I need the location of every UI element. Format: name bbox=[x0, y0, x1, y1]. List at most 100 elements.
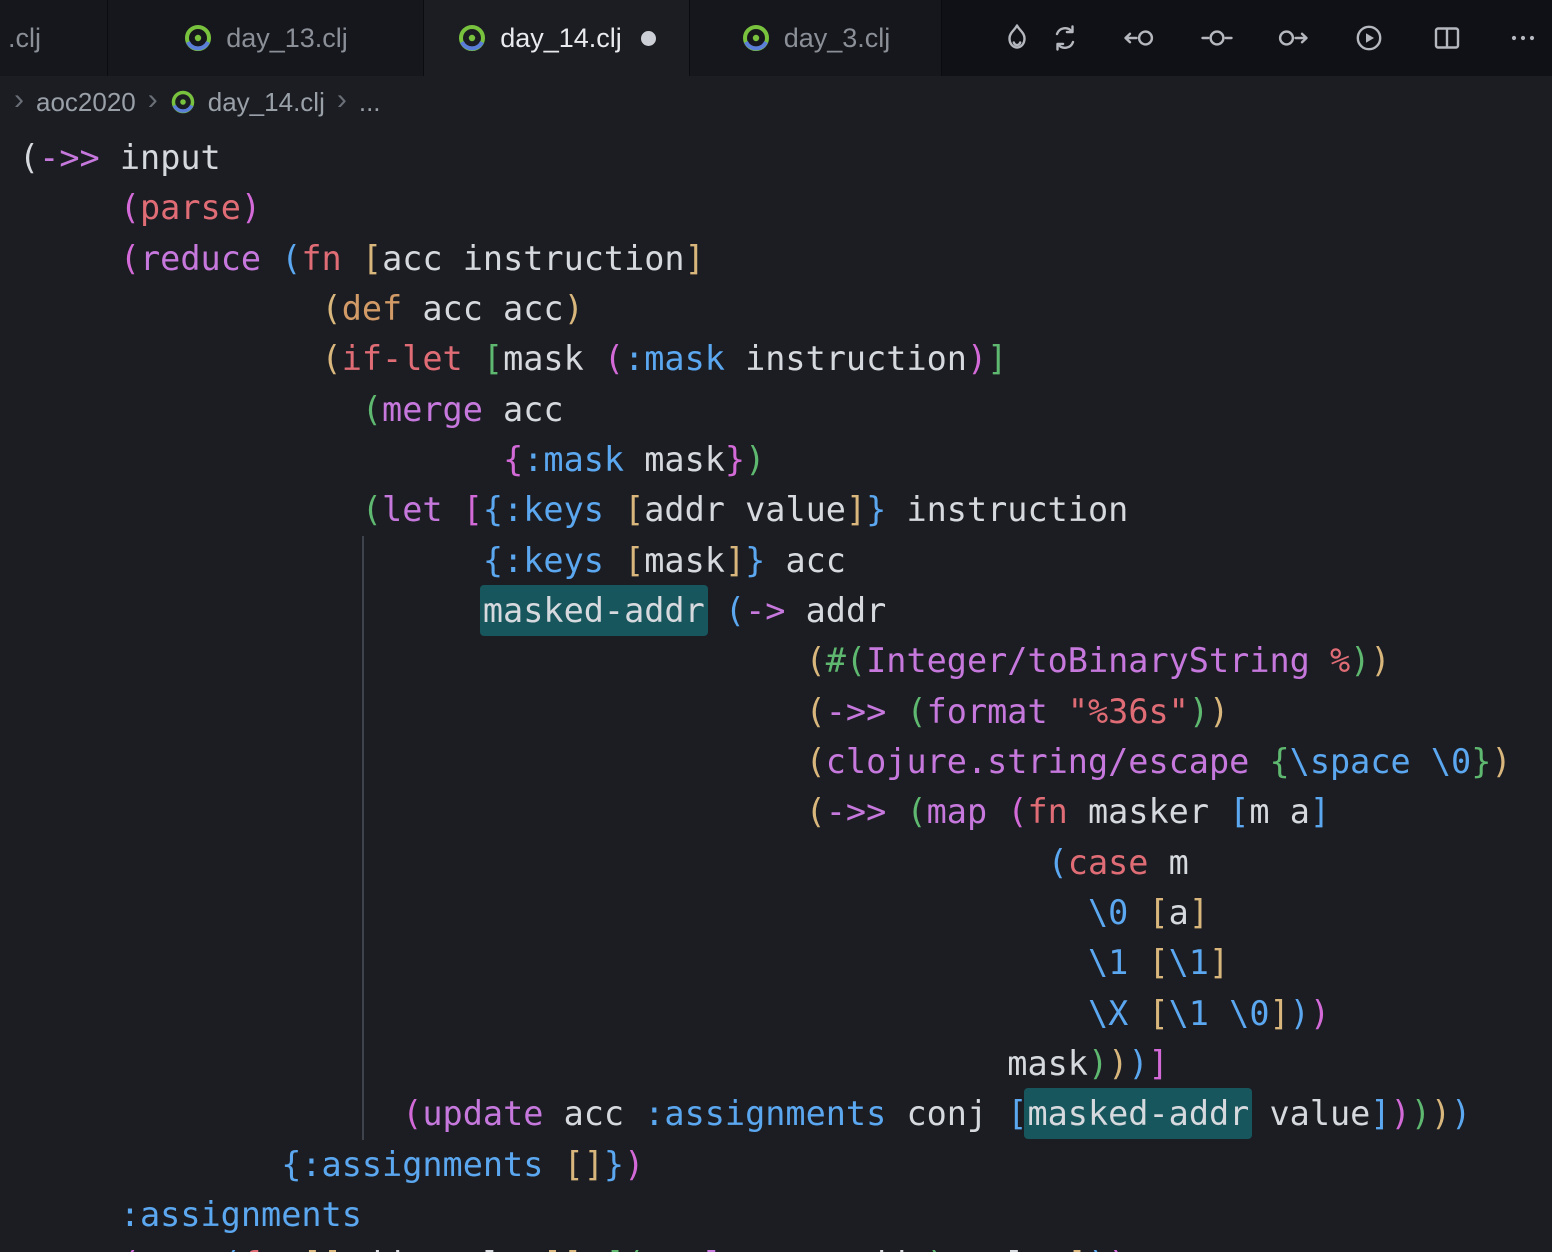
code-token[interactable]: ( bbox=[1007, 792, 1027, 831]
code-line[interactable]: (update acc :assignments conj [masked-ad… bbox=[19, 1089, 1552, 1139]
code-token[interactable]: } bbox=[745, 541, 765, 580]
code-token[interactable]: ( bbox=[1048, 843, 1068, 882]
code-token[interactable] bbox=[19, 692, 806, 731]
code-token[interactable]: format bbox=[927, 692, 1048, 731]
code-token[interactable] bbox=[19, 188, 120, 227]
code-token[interactable]: m bbox=[1148, 843, 1188, 882]
breadcrumb-item-file[interactable]: day_14.clj bbox=[208, 87, 325, 118]
code-line[interactable]: (#(Integer/toBinaryString %)) bbox=[19, 636, 1552, 686]
code-token[interactable]: case bbox=[1068, 843, 1149, 882]
code-token[interactable]: addr value bbox=[342, 1245, 544, 1252]
code-token[interactable] bbox=[19, 1044, 1007, 1083]
split-editor-icon[interactable] bbox=[1430, 21, 1464, 55]
code-token[interactable]: ( bbox=[806, 641, 826, 680]
code-token[interactable]: ( bbox=[322, 289, 342, 328]
code-token[interactable]: def bbox=[342, 289, 403, 328]
code-token[interactable] bbox=[19, 490, 362, 529]
code-token[interactable]: ) bbox=[1290, 994, 1310, 1033]
code-token[interactable]: ) bbox=[745, 440, 765, 479]
code-token[interactable] bbox=[19, 390, 362, 429]
code-token[interactable]: ] bbox=[1068, 1245, 1088, 1252]
code-token[interactable]: :mask bbox=[624, 339, 725, 378]
code-token[interactable]: ( bbox=[806, 792, 826, 831]
tab-day-13[interactable]: day_13.clj bbox=[108, 0, 424, 76]
code-token[interactable]: ( bbox=[120, 239, 140, 278]
code-token[interactable]: \0 bbox=[1229, 994, 1269, 1033]
code-token[interactable] bbox=[1048, 692, 1068, 731]
code-line[interactable]: \0 [a] bbox=[19, 888, 1552, 938]
code-token[interactable]: str addr bbox=[745, 1245, 927, 1252]
code-token[interactable]: Integer/toBinaryString bbox=[866, 641, 1310, 680]
code-token[interactable]: ] bbox=[1148, 1044, 1168, 1083]
code-token[interactable]: mask bbox=[503, 339, 604, 378]
highlighted-symbol[interactable]: masked-addr bbox=[480, 585, 708, 636]
code-token[interactable]: \1 bbox=[1088, 943, 1128, 982]
code-token[interactable]: { bbox=[281, 1145, 301, 1184]
code-token[interactable] bbox=[19, 994, 1088, 1033]
code-token[interactable] bbox=[463, 339, 483, 378]
code-token[interactable]: instruction bbox=[886, 490, 1128, 529]
code-token[interactable]: parse bbox=[140, 188, 241, 227]
breadcrumb-item-symbol[interactable]: ... bbox=[359, 87, 381, 118]
code-token[interactable]: ] bbox=[1270, 994, 1290, 1033]
code-token[interactable]: ) bbox=[1491, 742, 1511, 781]
circle-arrow-right-icon[interactable] bbox=[1276, 21, 1310, 55]
code-token[interactable]: [ bbox=[624, 490, 644, 529]
code-token[interactable]: ) bbox=[241, 188, 261, 227]
code-token[interactable]: { bbox=[503, 440, 523, 479]
code-token[interactable] bbox=[886, 692, 906, 731]
circle-arrow-left-icon[interactable] bbox=[1122, 21, 1156, 55]
code-token[interactable]: ] bbox=[987, 339, 1007, 378]
flame-icon[interactable] bbox=[1000, 21, 1034, 55]
code-line[interactable]: {:mask mask}) bbox=[19, 435, 1552, 485]
code-token[interactable]: acc instruction bbox=[382, 239, 685, 278]
code-token[interactable]: [ bbox=[1148, 893, 1168, 932]
code-token[interactable]: [ bbox=[1229, 792, 1249, 831]
code-token[interactable]: reduce bbox=[140, 239, 261, 278]
code-line[interactable]: (->> input bbox=[19, 133, 1552, 183]
code-token[interactable]: ) bbox=[1088, 1044, 1108, 1083]
code-token[interactable] bbox=[19, 792, 806, 831]
code-token[interactable]: \1 bbox=[1169, 994, 1209, 1033]
code-token[interactable]: acc acc bbox=[402, 289, 563, 328]
code-token[interactable]: \0 bbox=[1088, 893, 1128, 932]
code-token[interactable]: :assignments bbox=[120, 1195, 362, 1234]
code-token[interactable]: acc bbox=[543, 1094, 644, 1133]
code-token[interactable]: ( bbox=[806, 692, 826, 731]
code-token[interactable]: [ bbox=[624, 541, 644, 580]
code-token[interactable]: -> bbox=[745, 591, 785, 630]
code-token[interactable] bbox=[1209, 994, 1229, 1033]
code-token[interactable]: ) bbox=[967, 339, 987, 378]
code-token[interactable]: } bbox=[604, 1145, 624, 1184]
code-token[interactable] bbox=[19, 893, 1088, 932]
code-token[interactable]: \1 bbox=[1169, 943, 1209, 982]
code-token[interactable]: "%36s" bbox=[1068, 692, 1189, 731]
code-line[interactable]: \X [\1 \0])) bbox=[19, 989, 1552, 1039]
code-token[interactable]: [[ bbox=[301, 1245, 341, 1252]
more-actions-icon[interactable] bbox=[1506, 21, 1540, 55]
code-token[interactable]: ) bbox=[1108, 1044, 1128, 1083]
code-token[interactable]: map bbox=[140, 1245, 201, 1252]
code-token[interactable]: ( bbox=[120, 1245, 140, 1252]
code-token[interactable]: } bbox=[725, 440, 745, 479]
code-token[interactable] bbox=[19, 943, 1088, 982]
code-token[interactable]: [ bbox=[483, 339, 503, 378]
code-token[interactable] bbox=[19, 742, 806, 781]
code-token[interactable]: value bbox=[947, 1245, 1068, 1252]
code-token[interactable]: } bbox=[866, 490, 886, 529]
code-token[interactable]: let bbox=[382, 490, 443, 529]
code-token[interactable]: { bbox=[483, 490, 503, 529]
code-token[interactable]: ]] bbox=[543, 1245, 583, 1252]
code-token[interactable]: fn bbox=[1027, 792, 1067, 831]
code-token[interactable]: ( bbox=[725, 591, 745, 630]
code-token[interactable] bbox=[1128, 943, 1148, 982]
code-token[interactable] bbox=[604, 541, 624, 580]
code-token[interactable]: a bbox=[1169, 893, 1189, 932]
code-line[interactable]: (map (fn [[addr value]] [(apply str addr… bbox=[19, 1240, 1552, 1252]
code-token[interactable] bbox=[261, 239, 281, 278]
code-token[interactable] bbox=[1249, 742, 1269, 781]
code-token[interactable]: [( bbox=[604, 1245, 644, 1252]
code-line[interactable]: mask)))] bbox=[19, 1039, 1552, 1089]
breadcrumb-item-project[interactable]: aoc2020 bbox=[36, 87, 136, 118]
code-token[interactable]: instruction bbox=[725, 339, 967, 378]
